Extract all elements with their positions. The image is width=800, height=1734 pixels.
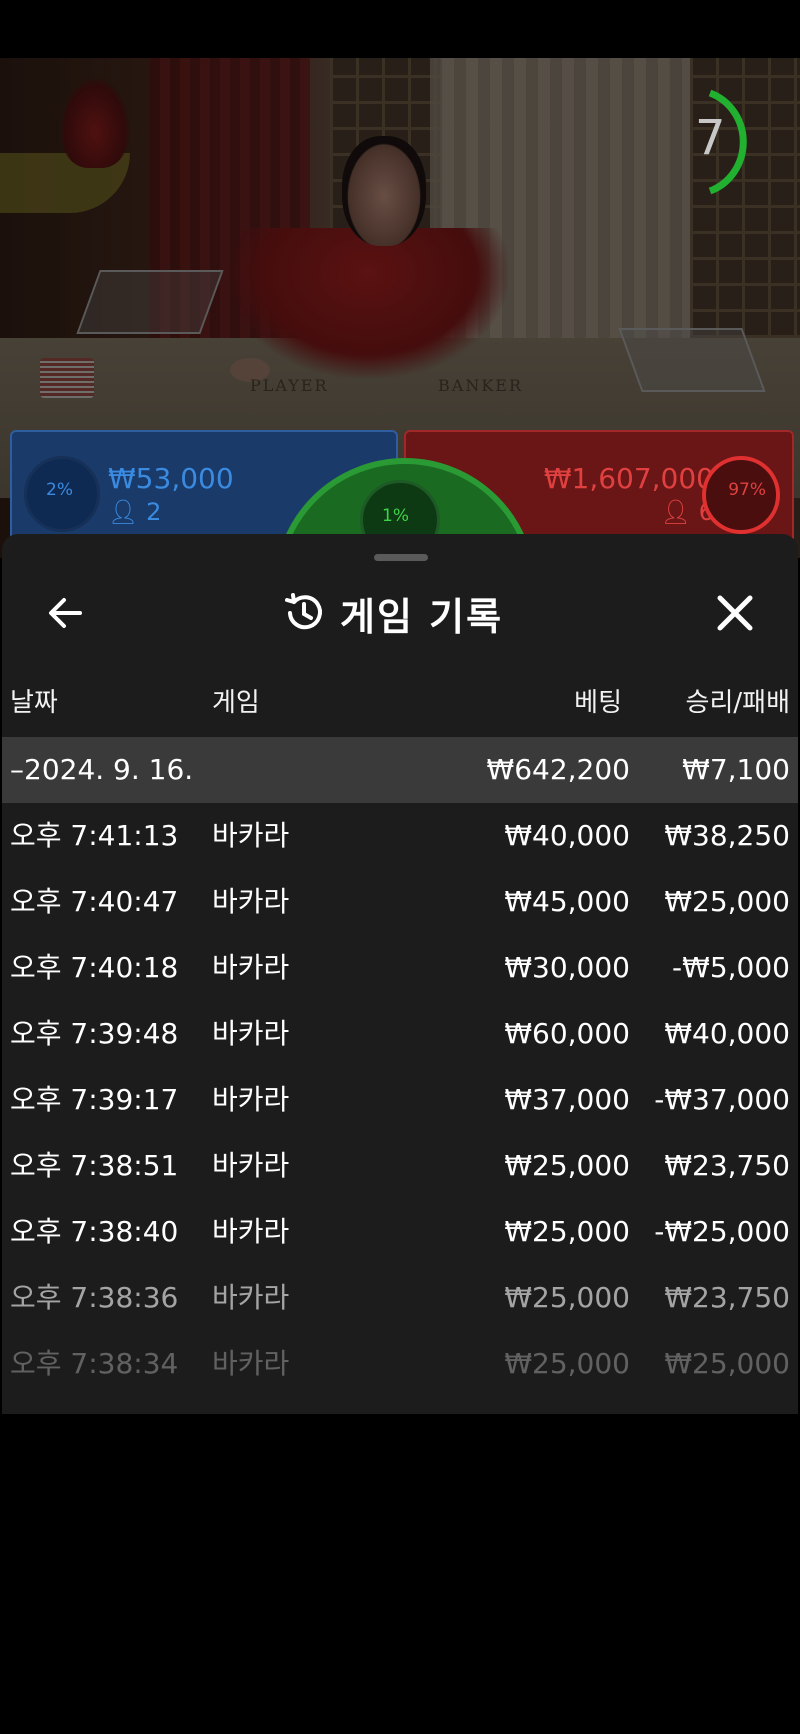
countdown-timer-value: 7 (695, 110, 726, 166)
history-row[interactable]: 오후 7:39:48 바카라 ₩60,000 ₩40,000 (2, 1001, 798, 1067)
row-result: -₩37,000 (654, 1083, 790, 1116)
player-percent: 2% (46, 480, 73, 500)
row-game: 바카라 (212, 1149, 290, 1182)
row-result: -₩5,000 (672, 951, 790, 984)
history-row[interactable]: 오후 7:38:40 바카라 ₩25,000 -₩25,000 (2, 1199, 798, 1265)
column-header-game: 게임 (212, 688, 260, 718)
row-game: 바카라 (212, 951, 290, 984)
date-group-bet-total: ₩642,200 (486, 753, 630, 786)
player-bet-amount: ₩53,000 (108, 462, 234, 495)
row-time: 오후 7:39:17 (10, 1083, 179, 1116)
row-result: ₩25,000 (664, 1347, 790, 1380)
row-time: 오후 7:38:34 (10, 1347, 179, 1380)
row-bet: ₩60,000 (504, 1017, 630, 1050)
column-header-bet: 베팅 (574, 688, 622, 718)
row-bet: ₩25,000 (504, 1149, 630, 1182)
row-time: 오후 7:40:47 (10, 885, 179, 918)
column-header-date: 날짜 (10, 688, 58, 718)
row-bet: ₩37,000 (504, 1083, 630, 1116)
banker-percent: 97% (728, 480, 766, 500)
arrow-left-icon (49, 598, 82, 628)
person-icon: 👤︎ (108, 498, 139, 526)
row-game: 바카라 (212, 1017, 290, 1050)
row-time: 오후 7:38:40 (10, 1215, 179, 1248)
person-icon: 👤︎ (660, 498, 692, 526)
row-result: ₩23,750 (664, 1281, 790, 1314)
history-row[interactable]: 오후 7:38:34 바카라 ₩25,000 ₩25,000 (2, 1331, 798, 1397)
row-bet: ₩25,000 (504, 1215, 630, 1248)
close-icon (717, 595, 753, 631)
history-title: 게임 기록 (340, 594, 504, 639)
row-time: 오후 7:40:18 (10, 951, 179, 984)
date-group-result-total: ₩7,100 (682, 753, 790, 786)
row-game: 바카라 (212, 1083, 290, 1116)
history-row[interactable]: 오후 7:41:13 바카라 ₩40,000 ₩38,250 (2, 803, 798, 869)
row-result: ₩25,000 (664, 885, 790, 918)
history-row[interactable]: 오후 7:40:47 바카라 ₩45,000 ₩25,000 (2, 869, 798, 935)
row-game: 바카라 (212, 1281, 290, 1314)
back-button[interactable] (40, 588, 90, 638)
column-header-result: 승리/패배 (685, 688, 790, 718)
row-bet: ₩25,000 (504, 1347, 630, 1380)
game-history-sheet: 게임 기록 날짜 게임 베팅 승리/패배 –2024. 9. 16. ₩642,… (2, 534, 798, 1414)
tie-percent: 1% (382, 506, 409, 526)
row-time: 오후 7:39:48 (10, 1017, 179, 1050)
player-count-row: 👤︎ 2 (108, 498, 161, 526)
row-game: 바카라 (212, 885, 290, 918)
row-time: 오후 7:38:36 (10, 1281, 179, 1314)
history-row[interactable]: 오후 7:40:18 바카라 ₩30,000 -₩5,000 (2, 935, 798, 1001)
row-game: 바카라 (212, 1347, 290, 1380)
row-time: 오후 7:38:51 (10, 1149, 179, 1182)
row-result: ₩40,000 (664, 1017, 790, 1050)
history-row[interactable]: 오후 7:38:51 바카라 ₩25,000 ₩23,750 (2, 1133, 798, 1199)
row-result: -₩25,000 (654, 1215, 790, 1248)
row-bet: ₩45,000 (504, 885, 630, 918)
row-bet: ₩30,000 (504, 951, 630, 984)
player-count: 2 (146, 498, 162, 526)
sheet-drag-handle[interactable] (374, 554, 428, 561)
banker-bet-amount: ₩1,607,000 (543, 462, 714, 495)
date-group-row[interactable]: –2024. 9. 16. ₩642,200 ₩7,100 (2, 737, 798, 803)
close-button[interactable] (710, 588, 760, 638)
history-clock-icon (285, 593, 322, 630)
row-game: 바카라 (212, 1215, 290, 1248)
row-result: ₩23,750 (664, 1149, 790, 1182)
row-bet: ₩40,000 (504, 819, 630, 852)
date-group-label: –2024. 9. 16. (10, 753, 194, 786)
row-bet: ₩25,000 (504, 1281, 630, 1314)
row-result: ₩38,250 (664, 819, 790, 852)
row-game: 바카라 (212, 819, 290, 852)
history-title-group: 게임 기록 (282, 586, 503, 640)
history-row[interactable]: 오후 7:39:17 바카라 ₩37,000 -₩37,000 (2, 1067, 798, 1133)
row-time: 오후 7:41:13 (10, 819, 179, 852)
history-row[interactable]: 오후 7:38:36 바카라 ₩25,000 ₩23,750 (2, 1265, 798, 1331)
